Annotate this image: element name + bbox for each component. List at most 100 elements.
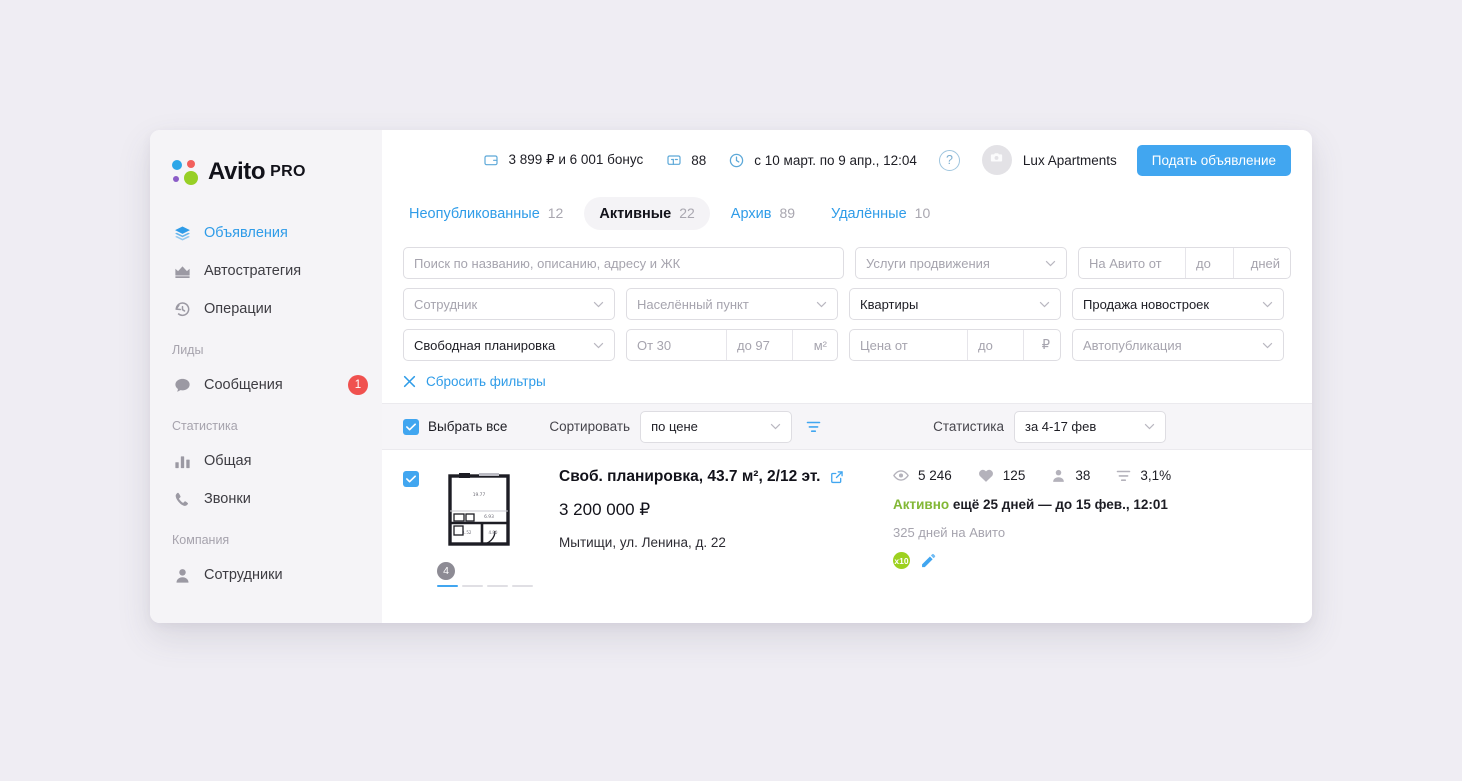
sidebar-item-listings[interactable]: Объявления [150, 214, 382, 252]
deal-type-value: Продажа новостроек [1083, 296, 1210, 312]
external-link-icon[interactable] [830, 470, 844, 484]
tab-unpublished[interactable]: Неопубликованные 12 [394, 197, 578, 230]
create-listing-button[interactable]: Подать объявление [1136, 144, 1291, 176]
thumbnail-carousel-dots[interactable] [437, 585, 533, 587]
carousel-dot[interactable] [462, 585, 483, 587]
stat-value: 38 [1075, 468, 1091, 483]
crown-icon [172, 261, 192, 281]
listing-badges: x10 [893, 552, 1291, 569]
multiplier-badge[interactable]: x10 [893, 552, 910, 569]
category-value: Квартиры [860, 296, 919, 312]
bar-chart-icon [172, 451, 192, 471]
filter-row-2: Сотрудник Населённый пункт Квартиры Прод… [403, 288, 1291, 320]
topbar: 3 899 ₽ и 6 001 бонус 88 с 10 март. по 9… [382, 130, 1312, 190]
employee-select[interactable]: Сотрудник [403, 288, 615, 320]
days-from-input[interactable]: На Авито от [1079, 248, 1186, 278]
listing-details: Своб. планировка, 43.7 м², 2/12 эт. 3 20… [559, 468, 879, 587]
filters-panel: Поиск по названию, описанию, адресу и ЖК… [382, 234, 1312, 389]
period-indicator[interactable]: с 10 март. по 9 апр., 12:04 [728, 152, 917, 169]
stat-value: 3,1% [1140, 468, 1172, 483]
deal-type-select[interactable]: Продажа новостроек [1072, 288, 1284, 320]
sidebar-item-label: Объявления [204, 225, 288, 241]
sidebar-item-label: Общая [204, 453, 252, 469]
chat-icon [172, 375, 192, 395]
phone-icon [172, 489, 192, 509]
sidebar-item-label: Автостратегия [204, 263, 302, 279]
coins-indicator[interactable]: 88 [665, 152, 706, 169]
avito-pro-logo[interactable]: Avito PRO [150, 152, 382, 192]
locality-select[interactable]: Населённый пункт [626, 288, 838, 320]
svg-text:19.77: 19.77 [473, 492, 486, 498]
listing-thumbnail-column: 19.77 6.93 1.52 4.80 4 [437, 468, 533, 587]
autopublish-select[interactable]: Автопубликация [1072, 329, 1284, 361]
chevron-down-icon [1256, 301, 1273, 308]
listing-row: 19.77 6.93 1.52 4.80 4 Своб. планировка, [382, 450, 1312, 587]
stat-value: 5 246 [918, 468, 952, 483]
status-badge: Активно [893, 497, 950, 512]
select-all-checkbox[interactable] [403, 418, 419, 435]
sidebar-item-operations[interactable]: Операции [150, 290, 382, 328]
listing-checkbox[interactable] [403, 471, 419, 487]
carousel-dot[interactable] [512, 585, 533, 587]
sidebar-item-label: Звонки [204, 491, 251, 507]
sidebar-item-calls[interactable]: Звонки [150, 480, 382, 518]
days-on-avito: 325 дней на Авито [893, 525, 1006, 540]
price-range[interactable]: Цена от до ₽ [849, 329, 1061, 361]
promotion-services-select[interactable]: Услуги продвижения [855, 247, 1067, 279]
price-to-input[interactable]: до [968, 330, 1024, 360]
listing-title[interactable]: Своб. планировка, 43.7 м², 2/12 эт. [559, 468, 820, 486]
balance-indicator[interactable]: 3 899 ₽ и 6 001 бонус [482, 152, 643, 169]
days-on-avito-range[interactable]: На Авито от до дней [1078, 247, 1291, 279]
area-to-input[interactable]: до 97 [727, 330, 793, 360]
chevron-down-icon [1039, 260, 1056, 267]
sidebar-group-statistics: Статистика [172, 419, 238, 433]
area-range[interactable]: От 30 до 97 м² [626, 329, 838, 361]
sort-select[interactable]: по цене [640, 410, 793, 443]
contact-icon [1051, 468, 1066, 483]
photo-count-badge: 4 [437, 562, 455, 580]
sidebar: Avito PRO Объявления Автостратегия Опера… [150, 130, 382, 623]
app-card: Avito PRO Объявления Автостратегия Опера… [150, 130, 1312, 623]
status-remaining: ещё 25 дней — до 15 фев., 12:01 [949, 497, 1168, 512]
funnel-icon[interactable] [806, 420, 821, 434]
history-icon [172, 299, 192, 319]
sidebar-item-label: Сообщения [204, 377, 283, 393]
floor-plan-thumbnail[interactable]: 19.77 6.93 1.52 4.80 [437, 468, 525, 556]
user-icon [172, 565, 192, 585]
carousel-dot[interactable] [437, 585, 458, 587]
clock-icon [728, 152, 745, 169]
category-select[interactable]: Квартиры [849, 288, 1061, 320]
tab-deleted[interactable]: Удалённые 10 [816, 197, 945, 230]
sidebar-item-employees[interactable]: Сотрудники [150, 556, 382, 594]
user-name[interactable]: Lux Apartments [1023, 153, 1117, 168]
highlight-icon[interactable] [919, 553, 936, 568]
chevron-down-icon [810, 301, 827, 308]
layout-select[interactable]: Свободная планировка [403, 329, 615, 361]
reset-filters-button[interactable]: Сбросить фильтры [403, 374, 546, 389]
avatar[interactable] [981, 145, 1012, 175]
statistics-period-select[interactable]: за 4-17 фев [1013, 410, 1166, 443]
price-unit-label: ₽ [1041, 337, 1050, 352]
sidebar-item-general-stats[interactable]: Общая [150, 442, 382, 480]
filter-row-1: Поиск по названию, описанию, адресу и ЖК… [403, 247, 1291, 279]
svg-text:4.80: 4.80 [489, 530, 498, 535]
price-from-input[interactable]: Цена от [850, 330, 968, 360]
carousel-dot[interactable] [487, 585, 508, 587]
search-input[interactable]: Поиск по названию, описанию, адресу и ЖК [403, 247, 844, 279]
days-to-input[interactable]: до [1186, 248, 1234, 278]
tab-count: 10 [914, 204, 931, 221]
wallet-icon [482, 152, 499, 169]
tab-label: Активные [599, 205, 672, 222]
balance-text: 3 899 ₽ и 6 001 бонус [508, 152, 644, 167]
sidebar-item-autostrategy[interactable]: Автостратегия [150, 252, 382, 290]
tab-active[interactable]: Активные 22 [584, 196, 710, 230]
camera-icon [989, 150, 1004, 170]
tab-archive[interactable]: Архив 89 [716, 197, 810, 230]
stat-contacts: 38 [1051, 468, 1090, 483]
promotion-services-value: Услуги продвижения [866, 255, 990, 271]
sidebar-group-company: Компания [172, 533, 230, 547]
sidebar-item-label: Сотрудники [204, 567, 283, 583]
area-from-input[interactable]: От 30 [627, 330, 727, 360]
question-icon[interactable]: ? [938, 149, 960, 171]
sidebar-item-messages[interactable]: Сообщения 1 [150, 366, 382, 404]
